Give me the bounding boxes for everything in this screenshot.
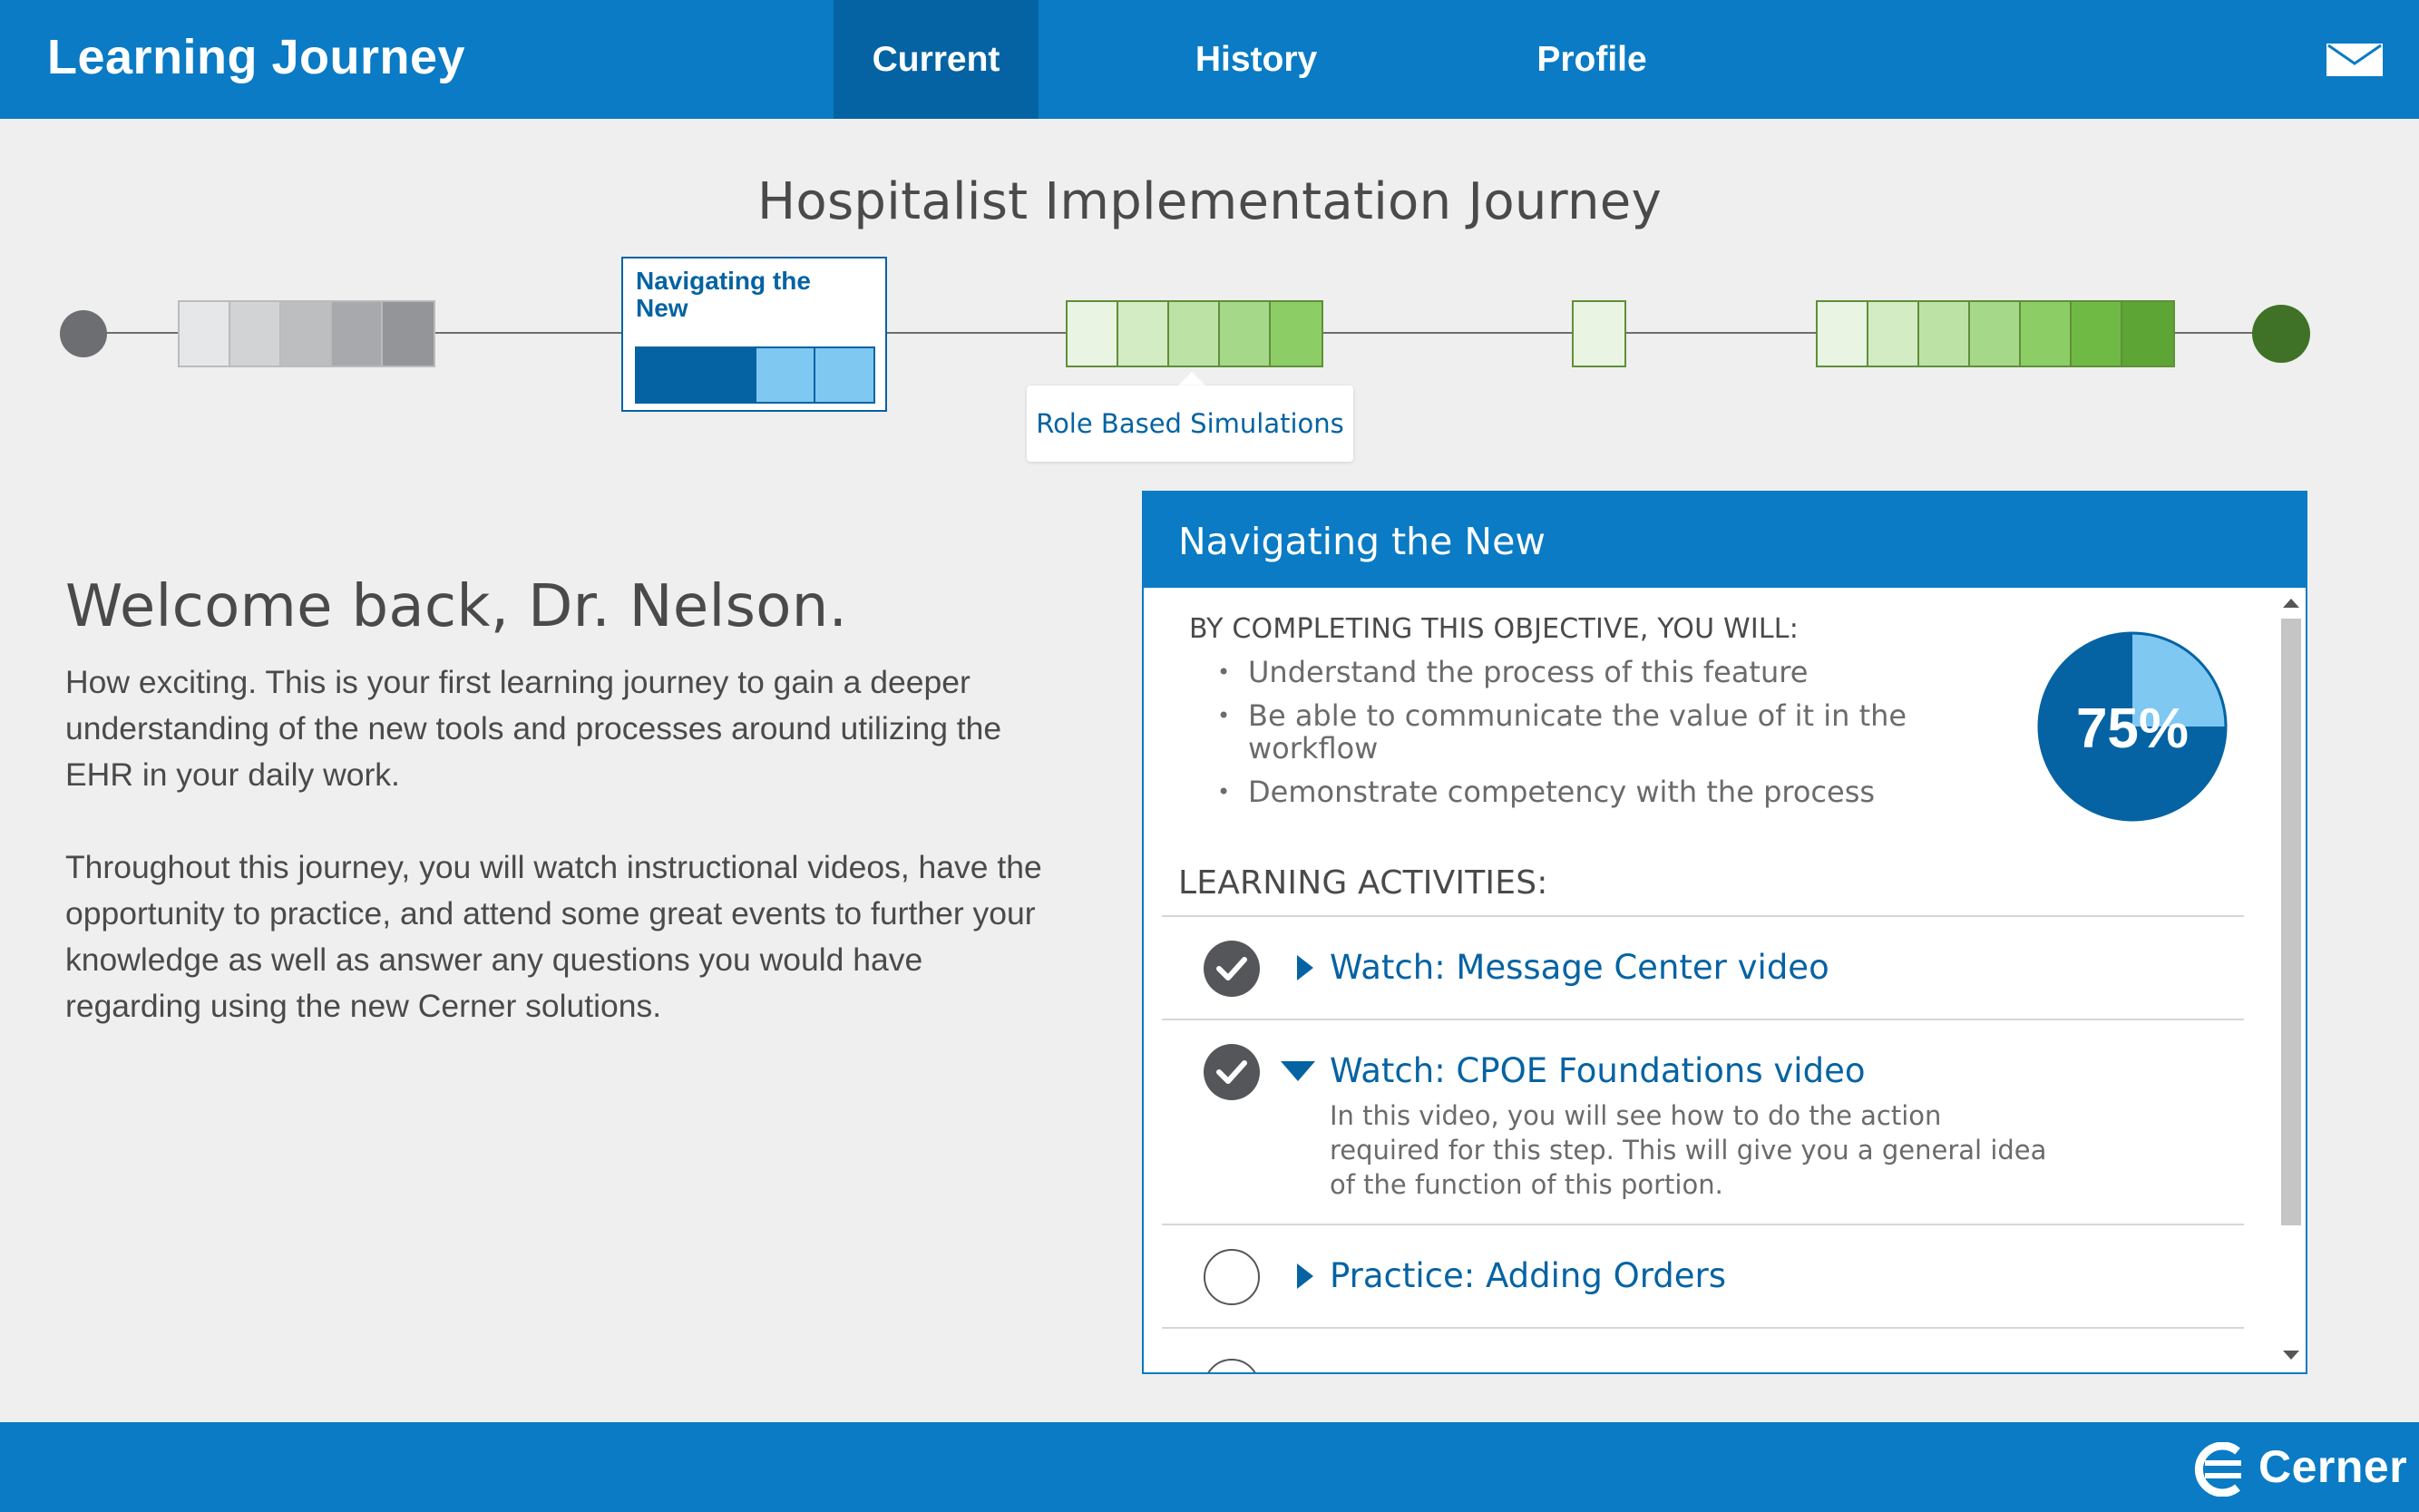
tooltip-arrow	[1177, 372, 1206, 386]
objective-item: Be able to communicate the value of it i…	[1217, 699, 1919, 765]
panel-header: Navigating the New	[1144, 493, 2306, 588]
activity-description: In this video, you will see how to do th…	[1330, 1100, 2047, 1200]
completed-check-icon	[1204, 941, 1260, 997]
journey-cell	[180, 302, 230, 366]
track-line	[2171, 332, 2255, 334]
track-line	[100, 332, 181, 334]
caret-down-icon[interactable]	[1281, 1061, 1315, 1081]
journey-cell	[1068, 302, 1118, 366]
activity-label[interactable]: Watch: CPOE Foundations video	[1330, 1051, 1865, 1090]
track-line	[432, 332, 623, 334]
journey-cell	[2072, 302, 2122, 366]
activity-item-message-center[interactable]: Watch: Message Center video	[1162, 917, 2244, 1019]
journey-cell	[332, 302, 383, 366]
journey-cell	[1868, 302, 1919, 366]
journey-end-node[interactable]	[2252, 305, 2310, 363]
objective-item: Understand the process of this feature	[1217, 656, 1919, 688]
cerner-logo-icon	[2194, 1442, 2241, 1497]
journey-step-single[interactable]	[1572, 300, 1626, 367]
activity-label[interactable]: Practice: Adding Orders	[1330, 1256, 1726, 1295]
journey-cell	[696, 348, 756, 402]
track-line	[885, 332, 1068, 334]
progress-percent: 75%	[2075, 697, 2190, 760]
panel-title: Navigating the New	[1178, 520, 1546, 563]
journey-step-current[interactable]: Navigating the New	[621, 257, 887, 412]
panel-scrollbar[interactable]	[2275, 588, 2306, 1372]
scroll-down-icon[interactable]	[2283, 1351, 2299, 1360]
divider	[1162, 1327, 2244, 1329]
scroll-thumb[interactable]	[2281, 619, 2301, 1225]
journey-cell	[1169, 302, 1220, 366]
journey-cell	[1118, 302, 1169, 366]
objective-heading: BY COMPLETING THIS OBJECTIVE, YOU WILL:	[1189, 613, 1800, 645]
footer-bar: Cerner	[0, 1422, 2419, 1512]
welcome-paragraph: Throughout this journey, you will watch …	[65, 849, 1042, 1024]
brand-name: Cerner	[2258, 1441, 2408, 1492]
step-tooltip: Role Based Simulations	[1027, 385, 1353, 462]
journey-step-role-based-simulations[interactable]	[1066, 300, 1323, 367]
journey-cell	[815, 348, 873, 402]
track-line	[1320, 332, 1574, 334]
journey-cell	[1818, 302, 1868, 366]
journey-cell	[281, 302, 332, 366]
objective-list: Understand the process of this feature B…	[1217, 656, 1919, 819]
journey-cell	[383, 302, 434, 366]
objective-item: Demonstrate competency with the process	[1217, 776, 1919, 808]
activity-label[interactable]: Watch: Message Center video	[1330, 948, 1829, 987]
completed-check-icon	[1204, 1044, 1260, 1100]
journey-cell	[2122, 302, 2173, 366]
journey-cell	[1574, 302, 1624, 366]
incomplete-circle-icon	[1204, 1359, 1260, 1372]
journey-cell	[1271, 302, 1322, 366]
scroll-up-icon[interactable]	[2283, 599, 2299, 608]
caret-right-icon[interactable]	[1292, 1263, 1317, 1289]
caret-right-icon[interactable]	[1292, 955, 1317, 980]
journey-cell	[2021, 302, 2072, 366]
journey-cell	[1970, 302, 2021, 366]
incomplete-circle-icon	[1204, 1249, 1260, 1305]
journey-step-final[interactable]	[1816, 300, 2175, 367]
journey-cell	[756, 348, 816, 402]
welcome-heading: Welcome back, Dr. Nelson.	[65, 573, 848, 640]
journey-cell	[1220, 302, 1271, 366]
current-step-label: Navigating the New	[636, 267, 811, 322]
journey-track: Navigating the New Role Based Simulation…	[0, 0, 2419, 472]
journey-cell	[637, 348, 697, 402]
objective-panel: Navigating the New BY COMPLETING THIS OB…	[1142, 491, 2307, 1374]
welcome-paragraph: How exciting. This is your first learnin…	[65, 664, 1002, 793]
current-step-progress	[635, 346, 875, 404]
activity-item-adding-orders[interactable]: Practice: Adding Orders	[1162, 1225, 2244, 1327]
track-line	[1625, 332, 1818, 334]
activities-heading: LEARNING ACTIVITIES:	[1178, 864, 1548, 902]
activity-item-cpoe-foundations[interactable]: Watch: CPOE Foundations video In this vi…	[1162, 1020, 2244, 1224]
journey-start-node	[60, 310, 107, 357]
journey-cell	[1919, 302, 1970, 366]
journey-step-completed[interactable]	[178, 300, 435, 367]
journey-cell	[230, 302, 281, 366]
